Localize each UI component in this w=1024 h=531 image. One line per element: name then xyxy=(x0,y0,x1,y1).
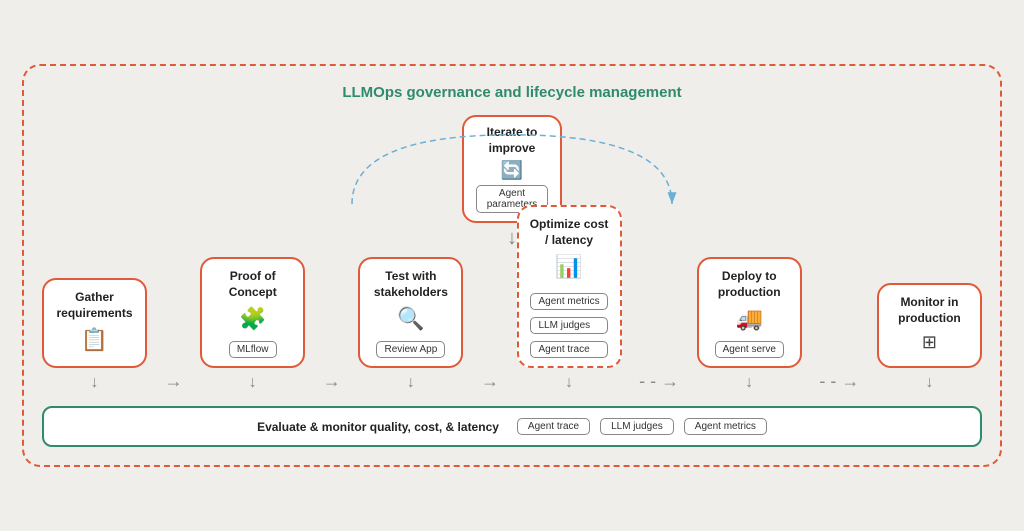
stage-poc: Proof ofConcept 🧩 MLflow xyxy=(200,257,305,368)
eval-badge-judges: LLM judges xyxy=(600,418,674,435)
main-title: LLMOps governance and lifecycle manageme… xyxy=(42,84,982,101)
badge-agent-trace: Agent trace xyxy=(530,341,607,358)
stage-optimize: Optimize cost/ latency 📊 Agent metrics L… xyxy=(517,205,622,368)
stage-gather: Gatherrequirements 📋 xyxy=(42,278,147,368)
col-gather: Gatherrequirements 📋 ↓ xyxy=(42,278,147,392)
col-test: Test withstakeholders 🔍 Review App ↓ xyxy=(358,257,463,392)
stages-row: Gatherrequirements 📋 ↓ → Proof ofConcept… xyxy=(42,205,982,392)
stage-gather-title: Gatherrequirements xyxy=(56,290,132,321)
stage-monitor-title: Monitor inproduction xyxy=(898,295,961,326)
stage-optimize-icon: 📊 xyxy=(555,254,582,280)
stage-test-icon: 🔍 xyxy=(397,306,424,332)
iterate-icon: 🔄 xyxy=(476,160,548,181)
down-arrow-test: ↓ xyxy=(407,374,415,392)
stage-poc-badge: MLflow xyxy=(229,341,277,358)
down-arrow-gather: ↓ xyxy=(91,374,99,392)
outer-container: LLMOps governance and lifecycle manageme… xyxy=(22,64,1002,467)
stage-deploy-title: Deploy toproduction xyxy=(718,269,781,300)
down-arrow-optimize: ↓ xyxy=(565,374,573,392)
stage-poc-title: Proof ofConcept xyxy=(229,269,277,300)
diagram-wrapper: Iterate toimprove 🔄 Agentparameters ↓ Ga… xyxy=(42,115,982,392)
col-deploy: Deploy toproduction 🚚 Agent serve ↓ xyxy=(697,257,802,392)
arrow-4: - - → xyxy=(637,371,681,392)
down-arrow-poc: ↓ xyxy=(249,374,257,392)
stage-optimize-title: Optimize cost/ latency xyxy=(530,217,609,248)
stage-deploy-icon: 🚚 xyxy=(736,306,763,332)
eval-badge-metrics: Agent metrics xyxy=(684,418,767,435)
arrow-3: → xyxy=(479,371,501,392)
down-arrow-monitor: ↓ xyxy=(925,374,933,392)
stage-monitor: Monitor inproduction ⊞ xyxy=(877,283,982,368)
col-monitor: Monitor inproduction ⊞ ↓ xyxy=(877,283,982,392)
stage-deploy-badge: Agent serve xyxy=(715,341,784,358)
stage-test-badge: Review App xyxy=(376,341,445,358)
stage-test: Test withstakeholders 🔍 Review App xyxy=(358,257,463,368)
eval-badge-trace: Agent trace xyxy=(517,418,590,435)
arrow-5: - - → xyxy=(817,371,861,392)
stage-monitor-icon: ⊞ xyxy=(922,332,937,353)
col-optimize: Optimize cost/ latency 📊 Agent metrics L… xyxy=(517,205,622,392)
down-arrow-deploy: ↓ xyxy=(745,374,753,392)
stage-test-title: Test withstakeholders xyxy=(374,269,448,300)
stage-deploy: Deploy toproduction 🚚 Agent serve xyxy=(697,257,802,368)
arrow-1: → xyxy=(163,371,185,392)
badge-llm-judges: LLM judges xyxy=(530,317,607,334)
iterate-title: Iterate toimprove xyxy=(476,125,548,156)
stage-optimize-badges: Agent metrics LLM judges Agent trace xyxy=(530,289,607,358)
stage-gather-icon: 📋 xyxy=(81,327,108,353)
eval-title: Evaluate & monitor quality, cost, & late… xyxy=(257,420,499,434)
badge-agent-metrics: Agent metrics xyxy=(530,293,607,310)
arrow-2: → xyxy=(321,371,343,392)
col-poc: Proof ofConcept 🧩 MLflow ↓ xyxy=(200,257,305,392)
stage-poc-icon: 🧩 xyxy=(239,306,266,332)
evaluate-bar: Evaluate & monitor quality, cost, & late… xyxy=(42,406,982,447)
